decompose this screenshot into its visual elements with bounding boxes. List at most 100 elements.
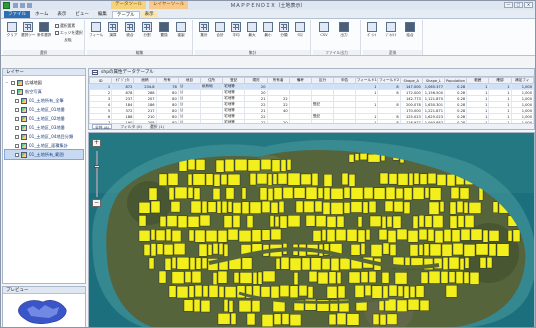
column-header[interactable]: フィールド2 <box>377 77 401 84</box>
clear-button[interactable]: クリア <box>5 22 19 37</box>
csv-button[interactable]: CSV <box>317 22 331 37</box>
layer-item[interactable]: 01_土地区_03地番 <box>5 123 83 132</box>
land-parcel[interactable] <box>261 229 271 241</box>
land-parcel[interactable] <box>234 158 248 171</box>
land-parcel[interactable] <box>434 230 444 244</box>
land-parcel[interactable] <box>369 215 382 227</box>
land-parcel[interactable] <box>195 159 206 171</box>
column-header[interactable]: フィールド1 <box>355 77 379 84</box>
land-parcel[interactable] <box>274 216 280 228</box>
layer-visibility-checkbox[interactable] <box>15 134 19 139</box>
land-parcel[interactable] <box>392 215 402 229</box>
land-parcel[interactable] <box>339 257 351 270</box>
land-parcel[interactable] <box>379 314 387 326</box>
duplicate-button[interactable]: 複製 <box>174 22 188 37</box>
land-parcel[interactable] <box>385 186 396 200</box>
land-parcel[interactable] <box>289 314 302 327</box>
land-parcel[interactable] <box>312 230 322 242</box>
land-parcel[interactable] <box>348 173 356 187</box>
land-parcel[interactable] <box>184 271 192 283</box>
land-parcel[interactable] <box>287 215 301 228</box>
land-parcel[interactable] <box>492 201 499 213</box>
land-parcel[interactable] <box>359 153 368 161</box>
tab-home[interactable]: ホーム <box>31 11 52 18</box>
layer-visibility-checkbox[interactable] <box>11 80 15 85</box>
land-parcel[interactable] <box>469 272 480 285</box>
land-parcel[interactable] <box>227 201 233 213</box>
land-parcel[interactable] <box>496 243 510 257</box>
land-parcel[interactable] <box>199 214 211 227</box>
land-parcel[interactable] <box>241 201 250 214</box>
invert-button[interactable]: 反転 <box>55 37 81 42</box>
land-parcel[interactable] <box>326 229 336 243</box>
land-parcel[interactable] <box>463 201 469 214</box>
land-parcel[interactable] <box>403 201 411 214</box>
land-parcel[interactable] <box>322 201 331 215</box>
split-button[interactable]: 分割 <box>140 22 154 37</box>
land-parcel[interactable] <box>271 159 281 172</box>
land-parcel[interactable] <box>252 272 258 285</box>
land-parcel[interactable] <box>367 153 381 163</box>
land-parcel[interactable] <box>232 202 242 214</box>
land-parcel[interactable] <box>348 154 355 163</box>
land-parcel[interactable] <box>155 229 166 241</box>
land-parcel[interactable] <box>183 299 194 312</box>
layer-item[interactable]: 01_土地区_面積集計 <box>5 141 83 150</box>
land-parcel[interactable] <box>365 229 371 241</box>
maximize-button[interactable]: □ <box>514 2 523 8</box>
land-parcel[interactable] <box>217 313 231 325</box>
land-parcel[interactable] <box>442 257 449 270</box>
land-parcel[interactable] <box>300 173 312 185</box>
land-parcel[interactable] <box>479 257 487 269</box>
land-parcel[interactable] <box>168 187 175 201</box>
land-parcel[interactable] <box>357 216 363 228</box>
land-parcel[interactable] <box>221 200 228 214</box>
land-parcel[interactable] <box>207 201 217 213</box>
status-tab-all[interactable]: 全件 (8) <box>92 124 113 129</box>
land-parcel[interactable] <box>397 285 404 297</box>
save-icon[interactable] <box>13 3 18 8</box>
land-parcel[interactable] <box>468 202 482 214</box>
sum-button[interactable]: 合計 <box>213 22 227 37</box>
land-parcel[interactable] <box>346 229 358 242</box>
land-parcel[interactable] <box>201 200 208 214</box>
land-parcel[interactable] <box>236 285 246 299</box>
land-parcel[interactable] <box>326 216 337 228</box>
land-parcel[interactable] <box>138 202 151 214</box>
land-parcel[interactable] <box>218 243 224 255</box>
merge-button[interactable]: 統合 <box>123 22 137 37</box>
land-parcel[interactable] <box>150 229 156 241</box>
land-parcel[interactable] <box>386 216 393 228</box>
land-parcel[interactable] <box>412 187 425 200</box>
land-parcel[interactable] <box>336 271 342 284</box>
zoom-in-button[interactable]: + <box>92 139 101 147</box>
land-parcel[interactable] <box>379 172 389 185</box>
tab-file[interactable]: ファイル <box>4 11 30 18</box>
land-parcel[interactable] <box>386 313 398 325</box>
land-parcel[interactable] <box>238 299 252 313</box>
land-parcel[interactable] <box>295 200 304 213</box>
land-parcel[interactable] <box>335 229 347 241</box>
land-parcel[interactable] <box>412 215 419 229</box>
land-parcel[interactable] <box>227 173 241 186</box>
geometry-button[interactable]: ｼﾞｵﾒﾄﾘ <box>384 22 398 37</box>
land-parcel[interactable] <box>189 257 196 271</box>
map-canvas[interactable] <box>89 133 535 328</box>
land-parcel[interactable] <box>194 229 206 243</box>
land-parcel[interactable] <box>330 187 344 200</box>
land-parcel[interactable] <box>273 313 282 325</box>
land-parcel[interactable] <box>220 174 228 186</box>
land-parcel[interactable] <box>418 244 424 256</box>
land-parcel[interactable] <box>396 228 408 241</box>
land-parcel[interactable] <box>350 201 363 213</box>
land-parcel[interactable] <box>372 313 380 325</box>
land-parcel[interactable] <box>171 271 185 284</box>
land-parcel[interactable] <box>382 242 390 255</box>
land-parcel[interactable] <box>138 215 147 227</box>
land-parcel[interactable] <box>368 270 377 283</box>
land-parcel[interactable] <box>336 215 345 228</box>
land-parcel[interactable] <box>321 229 327 241</box>
land-parcel[interactable] <box>224 286 237 298</box>
land-parcel[interactable] <box>286 159 292 171</box>
land-parcel[interactable] <box>238 230 252 243</box>
